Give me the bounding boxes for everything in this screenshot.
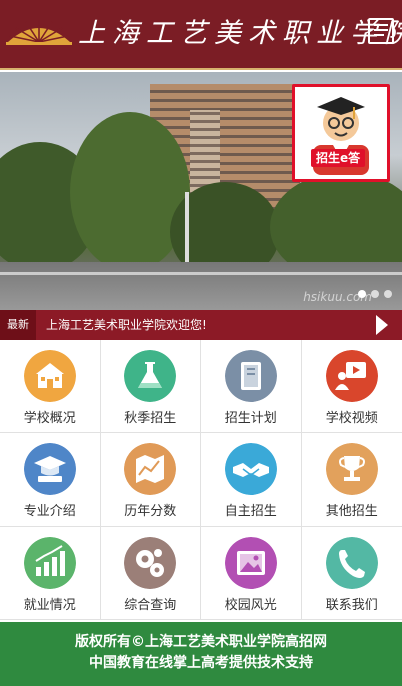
phone-icon: [325, 536, 378, 589]
menu-item-employment[interactable]: 就业情况: [0, 526, 101, 620]
map-chart-icon: [124, 443, 177, 496]
admission-qa-promo[interactable]: 招生e答: [292, 84, 390, 182]
menu-item-label: 就业情况: [23, 597, 76, 613]
menu-grid: 学校概况 秋季招生 招生计划 学校视频 专业介绍 历年分数 自主招生 其他招生 …: [0, 340, 402, 620]
tech-support-text: 中国教育在线掌上高考提供技术支持: [89, 655, 313, 671]
menu-item-label: 联系我们: [325, 597, 378, 613]
book-icon: [224, 350, 277, 402]
flask-icon: [124, 350, 177, 402]
menu-item-independent-admission[interactable]: 自主招生: [201, 433, 302, 527]
menu-item-autumn-admission[interactable]: 秋季招生: [100, 340, 201, 434]
handshake-icon: [224, 443, 277, 496]
carousel-dot[interactable]: [358, 290, 366, 298]
banner-carousel[interactable]: 招生e答 hsikuu.com: [0, 72, 402, 310]
picture-frame-icon: [224, 536, 277, 589]
menu-item-label: 专业介绍: [23, 504, 76, 520]
menu-item-label: 招生计划: [224, 411, 277, 426]
carousel-dot[interactable]: [384, 290, 392, 298]
menu-item-other-admission[interactable]: 其他招生: [301, 433, 402, 527]
sunrise-logo-icon: [6, 20, 72, 45]
menu-item-campus-scenery[interactable]: 校园风光: [201, 526, 302, 620]
menu-item-admission-plan[interactable]: 招生计划: [201, 340, 302, 434]
menu-list-icon[interactable]: [368, 18, 394, 44]
menu-item-general-query[interactable]: 综合查询: [100, 526, 201, 620]
ticker-text[interactable]: 上海工艺美术职业学院欢迎您!: [46, 310, 207, 340]
school-building-icon: [23, 350, 76, 402]
menu-item-label: 其他招生: [325, 504, 378, 520]
menu-item-major-intro[interactable]: 专业介绍: [0, 433, 101, 527]
menu-item-contact-us[interactable]: 联系我们: [301, 527, 402, 620]
menu-item-label: 校园风光: [224, 597, 277, 613]
growth-chart-icon: [23, 536, 76, 589]
graduation-cap-icon: [23, 443, 76, 496]
gears-icon: [124, 536, 177, 589]
menu-item-historical-scores[interactable]: 历年分数: [100, 433, 201, 527]
promo-label: 招生e答: [311, 149, 366, 167]
menu-item-label: 自主招生: [224, 504, 277, 520]
menu-item-label: 综合查询: [124, 597, 177, 613]
news-ticker[interactable]: 最新 上海工艺美术职业学院欢迎您!: [0, 310, 402, 340]
menu-item-label: 学校概况: [23, 411, 76, 426]
road-marking: [0, 272, 402, 275]
video-presenter-icon: [325, 350, 378, 402]
menu-item-label: 秋季招生: [124, 411, 177, 426]
menu-item-label: 学校视频: [325, 411, 378, 426]
latest-badge: 最新: [0, 310, 36, 340]
menu-item-school-video[interactable]: 学校视频: [301, 340, 402, 434]
carousel-dots[interactable]: [353, 283, 392, 302]
site-header: 上海工艺美术职业学院: [0, 0, 402, 70]
arrow-right-icon[interactable]: [376, 315, 388, 335]
copyright-text: 版权所有©上海工艺美术职业学院高招网: [75, 634, 327, 650]
carousel-dot[interactable]: [371, 290, 379, 298]
site-title: 上海工艺美术职业学院: [78, 18, 402, 49]
menu-item-school-overview[interactable]: 学校概况: [0, 340, 101, 434]
trophy-icon: [325, 443, 378, 496]
menu-item-label: 历年分数: [124, 504, 177, 520]
site-footer: 版权所有©上海工艺美术职业学院高招网 中国教育在线掌上高考提供技术支持: [0, 622, 402, 686]
